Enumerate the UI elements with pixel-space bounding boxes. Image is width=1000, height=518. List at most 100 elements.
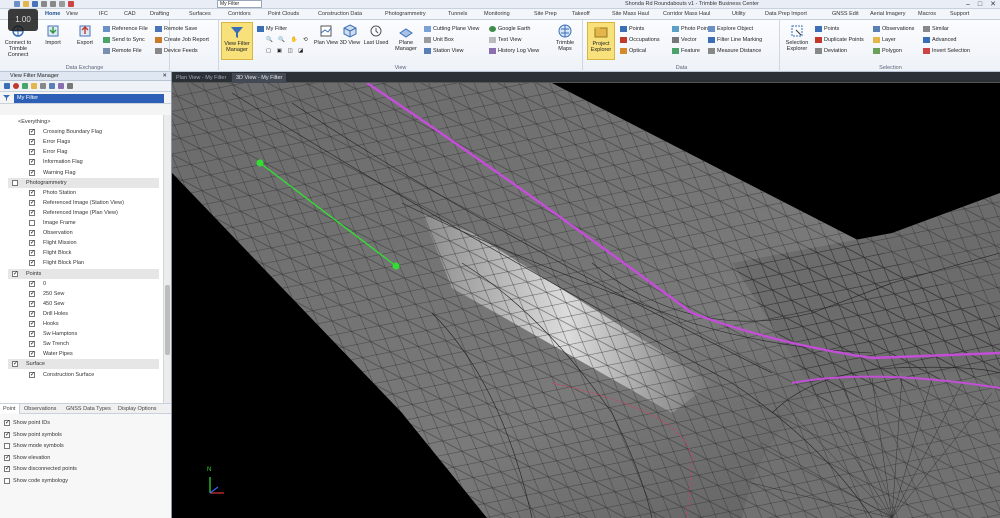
minimize-button[interactable]: – bbox=[966, 0, 970, 9]
view-filter-manager-button[interactable]: View Filter Manager bbox=[221, 22, 253, 60]
undo-icon[interactable] bbox=[41, 1, 47, 7]
tree-checkbox[interactable]: ✓ bbox=[29, 139, 35, 146]
point-option[interactable]: ✓ Show disconnected points bbox=[4, 464, 77, 475]
project-explorer-button[interactable]: Project Explorer bbox=[587, 22, 615, 60]
vector-button[interactable]: Vector bbox=[672, 35, 697, 45]
plan-view-button[interactable]: Plan View bbox=[313, 22, 339, 60]
tree-checkbox[interactable]: ✓ bbox=[12, 270, 18, 277]
my-filter-dropdown[interactable]: My Filter bbox=[257, 24, 287, 34]
option-checkbox[interactable]: ✓ bbox=[4, 431, 10, 438]
refresh-icon[interactable] bbox=[67, 83, 73, 89]
tab-corridor-mass-haul[interactable]: Corridor Mass Haul bbox=[663, 10, 710, 19]
last-used-button[interactable]: Last Used bbox=[363, 22, 389, 60]
tab-gnss-edit[interactable]: GNSS Edit bbox=[832, 10, 859, 19]
tree-checkbox[interactable]: ✓ bbox=[29, 159, 35, 166]
zoom-tools[interactable]: 🔍 🔍 ✋ ⟲ bbox=[257, 35, 308, 45]
tab-takeoff[interactable]: Takeoff bbox=[572, 10, 590, 19]
export-filter-icon[interactable] bbox=[58, 83, 64, 89]
send-to-sync-button[interactable]: Send to Sync bbox=[103, 35, 145, 45]
unit-box-button[interactable]: Unit Box bbox=[424, 35, 454, 45]
option-checkbox[interactable] bbox=[4, 477, 10, 484]
point-option[interactable]: ✓ Show elevation bbox=[4, 453, 50, 464]
deviation-button[interactable]: Deviation bbox=[815, 46, 847, 56]
cutting-plane-view-button[interactable]: Cutting Plane View bbox=[424, 24, 479, 34]
select-similar-button[interactable]: Similar bbox=[923, 24, 949, 34]
tab-photogrammetry[interactable]: Photogrammetry bbox=[385, 10, 426, 19]
select-points-button[interactable]: Points bbox=[815, 24, 839, 34]
print-icon[interactable] bbox=[59, 1, 65, 7]
invert-selection-button[interactable]: Invert Selection bbox=[923, 46, 970, 56]
add-icon[interactable] bbox=[22, 83, 28, 89]
tree-checkbox[interactable]: ✓ bbox=[29, 230, 35, 237]
tree-checkbox[interactable]: ✓ bbox=[29, 371, 35, 378]
select-layer-button[interactable]: Layer bbox=[873, 35, 896, 45]
tab-cad[interactable]: CAD bbox=[124, 10, 136, 19]
explore-object-button[interactable]: Explore Object bbox=[708, 24, 753, 34]
tab-tunnels[interactable]: Tunnels bbox=[448, 10, 467, 19]
tab-macros[interactable]: Macros bbox=[918, 10, 936, 19]
device-feeds-button[interactable]: Device Feeds bbox=[155, 46, 198, 56]
tab-corridors[interactable]: Corridors bbox=[228, 10, 251, 19]
3d-scene[interactable] bbox=[172, 83, 1000, 518]
tree-checkbox[interactable]: ✓ bbox=[12, 361, 18, 368]
plane-manager-button[interactable]: Plane Manager bbox=[391, 22, 421, 60]
tree-scrollbar[interactable] bbox=[163, 115, 171, 403]
panel-close-icon[interactable]: ✕ bbox=[162, 72, 167, 81]
tab-drafting[interactable]: Drafting bbox=[150, 10, 169, 19]
tree-checkbox[interactable]: ✓ bbox=[29, 321, 35, 327]
tree-checkbox[interactable]: ✓ bbox=[29, 351, 35, 358]
point-option[interactable]: ✓ Show point IDs bbox=[4, 418, 50, 429]
select-icon[interactable] bbox=[68, 1, 74, 7]
point-option[interactable]: Show code symbology bbox=[4, 476, 68, 487]
option-checkbox[interactable] bbox=[4, 443, 10, 449]
tree-checkbox[interactable]: ✓ bbox=[29, 250, 35, 257]
tab-home[interactable]: Home bbox=[45, 10, 60, 19]
tab-monitoring[interactable]: Monitoring bbox=[484, 10, 510, 19]
option-checkbox[interactable]: ✓ bbox=[4, 420, 10, 426]
tab-3d-view[interactable]: 3D View - My Filter bbox=[232, 73, 287, 83]
google-earth-button[interactable]: Google Earth bbox=[489, 24, 530, 34]
tree-checkbox[interactable]: ✓ bbox=[29, 331, 35, 338]
tree-checkbox[interactable]: ✓ bbox=[29, 209, 35, 216]
tab-utility[interactable]: Utility bbox=[732, 10, 745, 19]
tree-checkbox[interactable]: ✓ bbox=[29, 290, 35, 297]
new-filter-icon[interactable] bbox=[4, 83, 10, 89]
tree-checkbox[interactable]: ✓ bbox=[29, 199, 35, 206]
filter-name-select[interactable]: My Filter bbox=[14, 94, 164, 103]
tree-group-header[interactable]: ✓ Points bbox=[8, 268, 159, 279]
advanced-select-button[interactable]: Advanced bbox=[923, 35, 956, 45]
reference-file-button[interactable]: Reference File bbox=[103, 24, 148, 34]
select-observations-button[interactable]: Observations bbox=[873, 24, 914, 34]
tree-checkbox[interactable] bbox=[29, 220, 35, 226]
tree-group-header[interactable]: Photogrammetry bbox=[8, 177, 159, 188]
filter-line-marking-button[interactable]: Filter Line Marking bbox=[708, 35, 762, 45]
rename-icon[interactable] bbox=[40, 83, 46, 89]
tab-aerial[interactable]: Aerial Imagery bbox=[870, 10, 905, 19]
station-view-button[interactable]: Station View bbox=[424, 46, 463, 56]
tree-group-header[interactable]: ✓ Surface bbox=[8, 359, 159, 370]
measure-distance-button[interactable]: Measure Distance bbox=[708, 46, 761, 56]
save-icon[interactable] bbox=[32, 1, 38, 7]
measure-point-start[interactable] bbox=[256, 159, 264, 167]
tab-surfaces[interactable]: Surfaces bbox=[189, 10, 211, 19]
tree-checkbox[interactable]: ✓ bbox=[29, 300, 35, 307]
delete-filter-icon[interactable] bbox=[13, 83, 19, 89]
tree-checkbox[interactable]: ✓ bbox=[29, 240, 35, 247]
points-button[interactable]: Points bbox=[620, 24, 644, 34]
tab-support[interactable]: Support bbox=[950, 10, 969, 19]
measure-point-end[interactable] bbox=[392, 262, 400, 270]
tree-checkbox[interactable]: ✓ bbox=[29, 149, 35, 156]
option-checkbox[interactable]: ✓ bbox=[4, 466, 10, 472]
redo-icon[interactable] bbox=[50, 1, 56, 7]
point-option[interactable]: Show mode symbols bbox=[4, 441, 64, 452]
tree-checkbox[interactable]: ✓ bbox=[29, 189, 35, 196]
photo-points-button[interactable]: Photo Points bbox=[672, 24, 712, 34]
3d-viewport[interactable]: N bbox=[172, 83, 1000, 518]
3d-view-button[interactable]: 3D View bbox=[337, 22, 363, 60]
tree-checkbox[interactable]: ✓ bbox=[29, 260, 35, 267]
tab-view[interactable]: View bbox=[66, 10, 78, 19]
point-option[interactable]: ✓ Show point symbols bbox=[4, 430, 62, 441]
optical-button[interactable]: Optical bbox=[620, 46, 646, 56]
feature-button[interactable]: Feature bbox=[672, 46, 700, 56]
remote-file-button[interactable]: Remote File bbox=[103, 46, 142, 56]
